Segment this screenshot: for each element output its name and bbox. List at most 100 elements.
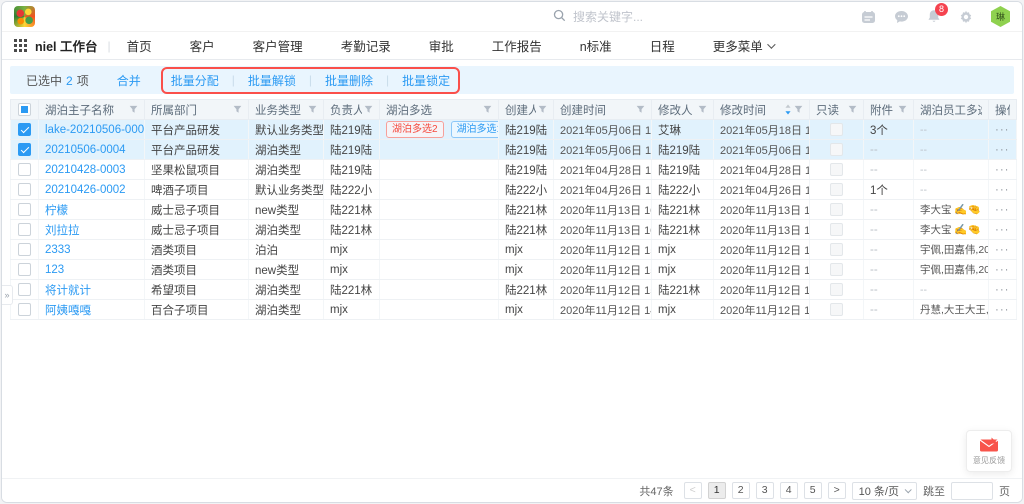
record-link[interactable]: 20210428-0003 bbox=[45, 164, 126, 176]
nav-item-1[interactable]: 客户 bbox=[190, 36, 215, 55]
column-header-owner[interactable]: 负责人 bbox=[324, 100, 380, 120]
nav-item-7[interactable]: 日程 bbox=[650, 36, 675, 55]
cell-created-time: 2021年04月28日 16:42 bbox=[554, 160, 652, 180]
column-header-biz[interactable]: 业务类型 bbox=[249, 100, 324, 120]
row-more-actions-icon[interactable]: ··· bbox=[995, 304, 1010, 316]
nav-item-0[interactable]: 首页 bbox=[127, 36, 152, 55]
row-checkbox[interactable] bbox=[18, 303, 31, 316]
page-button-1[interactable]: 1 bbox=[708, 482, 726, 499]
next-page-button[interactable]: > bbox=[828, 482, 846, 499]
column-header-attach[interactable]: 附件 bbox=[864, 100, 914, 120]
row-more-actions-icon[interactable]: ··· bbox=[995, 264, 1010, 276]
record-link[interactable]: 刘拉拉 bbox=[45, 225, 80, 237]
messages-icon[interactable] bbox=[894, 10, 909, 24]
row-checkbox[interactable] bbox=[18, 263, 31, 276]
row-more-actions-icon[interactable]: ··· bbox=[995, 224, 1010, 236]
cell-checkbox bbox=[11, 120, 39, 140]
nav-divider: | bbox=[108, 39, 111, 53]
row-checkbox[interactable] bbox=[18, 243, 31, 256]
app-logo-icon[interactable] bbox=[14, 6, 35, 27]
row-checkbox[interactable] bbox=[18, 203, 31, 216]
row-more-actions-icon[interactable]: ··· bbox=[995, 164, 1010, 176]
nav-item-5[interactable]: 工作报告 bbox=[492, 36, 542, 55]
filter-icon[interactable] bbox=[848, 105, 857, 114]
bulk-action-2[interactable]: 批量删除 bbox=[325, 72, 373, 89]
filter-icon[interactable] bbox=[538, 105, 547, 114]
filter-icon[interactable] bbox=[233, 105, 242, 114]
filter-icon[interactable] bbox=[483, 105, 492, 114]
cell-owner: mjx bbox=[324, 260, 380, 280]
nav-item-3[interactable]: 考勤记录 bbox=[341, 36, 391, 55]
column-header-ops[interactable]: 操作 bbox=[989, 100, 1017, 120]
row-more-actions-icon[interactable]: ··· bbox=[995, 284, 1010, 296]
bulk-action-3[interactable]: 批量锁定 bbox=[402, 72, 450, 89]
row-more-actions-icon[interactable]: ··· bbox=[995, 144, 1010, 156]
record-link[interactable]: 将计就计 bbox=[45, 285, 91, 297]
column-header-modified[interactable]: 修改时间 bbox=[714, 100, 810, 120]
cell-employees: -- bbox=[914, 140, 989, 160]
settings-gear-icon[interactable] bbox=[959, 10, 973, 24]
page-button-3[interactable]: 3 bbox=[756, 482, 774, 499]
calendar-icon[interactable] bbox=[861, 10, 876, 24]
filter-icon[interactable] bbox=[636, 105, 645, 114]
filter-icon[interactable] bbox=[364, 105, 373, 114]
column-header-dept[interactable]: 所属部门 bbox=[145, 100, 249, 120]
page-size-select[interactable]: 10 条/页 bbox=[852, 482, 917, 500]
row-checkbox[interactable] bbox=[18, 223, 31, 236]
page-button-4[interactable]: 4 bbox=[780, 482, 798, 499]
column-header-creator[interactable]: 创建人 bbox=[499, 100, 554, 120]
record-link[interactable]: 2333 bbox=[45, 244, 71, 256]
cell-biz: 湖泊类型 bbox=[249, 280, 324, 300]
feedback-button[interactable]: 意见反馈 bbox=[966, 430, 1012, 472]
row-more-actions-icon[interactable]: ··· bbox=[995, 124, 1010, 136]
row-checkbox[interactable] bbox=[18, 163, 31, 176]
sort-icon[interactable] bbox=[784, 104, 792, 115]
record-link[interactable]: 阿姨嘎嘎 bbox=[45, 305, 91, 317]
user-avatar[interactable]: 琳 bbox=[991, 6, 1010, 27]
row-checkbox[interactable] bbox=[18, 183, 31, 196]
column-header-multi[interactable]: 湖泊多选 bbox=[380, 100, 499, 120]
column-header-created[interactable]: 创建时间 bbox=[554, 100, 652, 120]
nav-item-4[interactable]: 审批 bbox=[429, 36, 454, 55]
notifications-bell-icon[interactable]: 8 bbox=[927, 9, 941, 24]
column-header-name[interactable]: 湖泊主子名称 bbox=[39, 100, 145, 120]
record-link[interactable]: 123 bbox=[45, 264, 64, 276]
merge-button[interactable]: 合并 bbox=[117, 72, 141, 89]
cell-actions: ··· bbox=[989, 180, 1017, 200]
page-button-5[interactable]: 5 bbox=[804, 482, 822, 499]
row-checkbox[interactable] bbox=[18, 123, 31, 136]
search-input[interactable] bbox=[573, 10, 693, 24]
row-more-actions-icon[interactable]: ··· bbox=[995, 204, 1010, 216]
select-all-checkbox[interactable] bbox=[18, 103, 31, 116]
sidebar-expander-icon[interactable]: » bbox=[2, 285, 13, 305]
filter-icon[interactable] bbox=[794, 105, 803, 114]
apps-grid-icon[interactable] bbox=[14, 39, 27, 52]
filter-icon[interactable] bbox=[308, 105, 317, 114]
row-more-actions-icon[interactable]: ··· bbox=[995, 244, 1010, 256]
prev-page-button[interactable]: < bbox=[684, 482, 702, 499]
column-header-readonly[interactable]: 只读 bbox=[810, 100, 864, 120]
workspace-title[interactable]: niel 工作台 bbox=[35, 36, 98, 55]
bulk-action-0[interactable]: 批量分配 bbox=[171, 72, 219, 89]
row-checkbox[interactable] bbox=[18, 143, 31, 156]
record-link[interactable]: lake-20210506-0005 bbox=[45, 124, 145, 136]
column-header-employees[interactable]: 湖泊员工多选(无员工) bbox=[914, 100, 989, 120]
record-link[interactable]: 20210506-0004 bbox=[45, 144, 126, 156]
filter-icon[interactable] bbox=[698, 105, 707, 114]
record-link[interactable]: 20210426-0002 bbox=[45, 184, 126, 196]
row-checkbox[interactable] bbox=[18, 283, 31, 296]
table-row: 20210428-0003坚果松鼠项目湖泊类型陆219陆陆219陆2021年04… bbox=[11, 160, 1017, 180]
column-header-modifier[interactable]: 修改人 bbox=[652, 100, 714, 120]
filter-icon[interactable] bbox=[898, 105, 907, 114]
readonly-checkbox bbox=[830, 283, 843, 296]
jump-page-input[interactable] bbox=[951, 482, 993, 500]
nav-item-2[interactable]: 客户管理 bbox=[253, 36, 303, 55]
record-link[interactable]: 柠檬 bbox=[45, 205, 68, 217]
row-more-actions-icon[interactable]: ··· bbox=[995, 184, 1010, 196]
nav-item-6[interactable]: n标准 bbox=[580, 36, 612, 55]
search-icon[interactable] bbox=[553, 9, 566, 25]
nav-more-menu[interactable]: 更多菜单 bbox=[713, 36, 773, 55]
filter-icon[interactable] bbox=[129, 105, 138, 114]
page-button-2[interactable]: 2 bbox=[732, 482, 750, 499]
bulk-action-1[interactable]: 批量解锁 bbox=[248, 72, 296, 89]
